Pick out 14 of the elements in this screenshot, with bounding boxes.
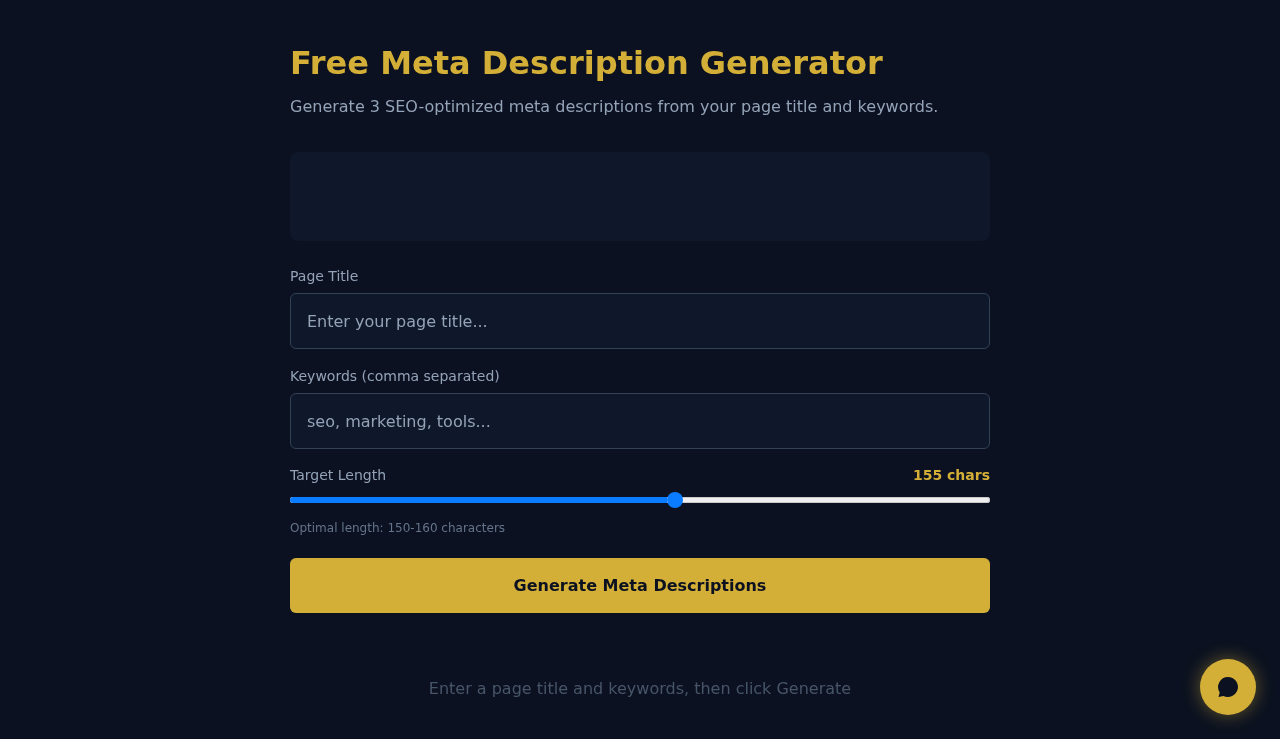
input-field[interactable]: seo, marketing, tools... [290, 393, 990, 449]
page-title: Free Meta Description Generator [290, 43, 883, 83]
chat-bubble-icon [1217, 676, 1239, 698]
slider-label: Target Length [290, 466, 387, 485]
slider-hint: Optimal length: 150-160 characters [290, 520, 506, 536]
empty-state-text: Enter a page title and keywords, then click Generate [428, 678, 852, 700]
slider-reading: 155 chars [912, 466, 990, 485]
input-field[interactable]: Enter your page title... [290, 293, 990, 349]
slider-thumb[interactable] [667, 492, 683, 508]
field-label: Keywords (comma separated) [290, 367, 500, 386]
generate-button[interactable]: Generate Meta Descriptions [290, 558, 990, 613]
field-label: Page Title [290, 267, 359, 286]
chat-button[interactable] [1200, 659, 1256, 715]
page-subtitle: Generate 3 SEO-optimized meta descriptions from your page title and keywords. [290, 96, 939, 118]
